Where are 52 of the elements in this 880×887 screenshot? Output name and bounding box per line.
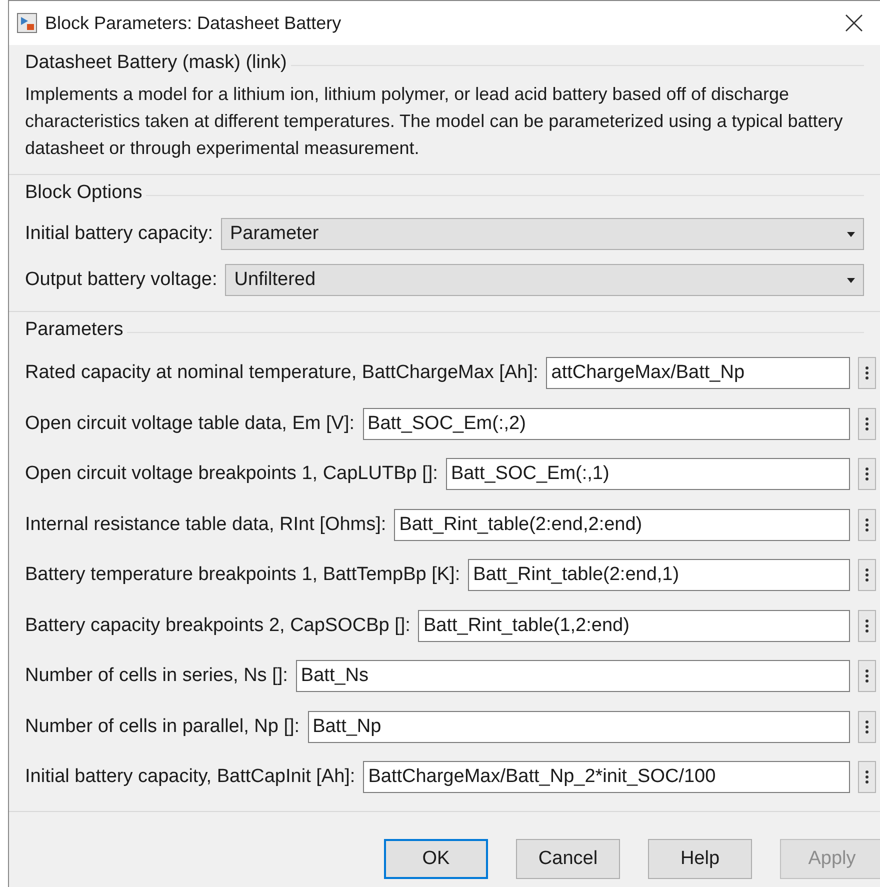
field-label: Number of cells in series, Ns []: [25, 664, 288, 688]
more-icon [865, 720, 869, 734]
options-button[interactable] [858, 357, 876, 390]
more-icon [865, 568, 869, 582]
dropdown[interactable]: Unfiltered [225, 264, 864, 296]
app-icon [17, 13, 37, 33]
field-label: Number of cells in parallel, Np []: [25, 714, 300, 738]
options-button[interactable] [858, 408, 876, 440]
input-field[interactable]: BattChargeMax/Batt_Np_2*init_SOC/100 [363, 761, 850, 794]
options-button[interactable] [858, 458, 876, 490]
block-description: Implements a model for a lithium ion, lithium polymer, or lead acid battery based off of discharge characteristics taken at different temperatures. The model can be parameterized using a typical battery datasheet or through experimental measurement. [24, 83, 844, 160]
field-label: Battery capacity breakpoints 2, CapSOCBp []: [25, 614, 410, 638]
field-label: Output battery voltage: [25, 268, 218, 292]
field-label: Open circuit voltage breakpoints 1, CapLUTBp []: [25, 462, 438, 486]
options-button[interactable] [858, 559, 876, 592]
more-icon [865, 618, 869, 633]
input-field[interactable]: Batt_Rint_table(2:end,2:end) [394, 508, 850, 541]
section-title: Block Options [25, 180, 142, 205]
section-title: Datasheet Battery (mask) (link) [25, 50, 287, 75]
window-title: Block Parameters: Datasheet Battery [45, 12, 342, 35]
dialog-button[interactable]: OK [384, 839, 488, 879]
more-icon [865, 518, 869, 532]
more-icon [865, 669, 869, 684]
more-icon [865, 770, 869, 784]
field-label: Internal resistance table data, RInt [Ohms]: [25, 512, 386, 536]
options-button[interactable] [858, 761, 876, 794]
field-label: Open circuit voltage table data, Em [V]: [25, 412, 355, 436]
field-label: Initial battery capacity, BattCapInit [Ah]: [25, 765, 356, 789]
more-icon [865, 366, 869, 380]
input-field[interactable]: Batt_Rint_table(2:end,1) [468, 559, 850, 592]
dialog-button[interactable]: Help [648, 839, 752, 879]
close-icon [845, 14, 863, 32]
section-title: Parameters [25, 318, 124, 342]
input-field[interactable]: Batt_SOC_Em(:,1) [446, 458, 850, 490]
more-icon [865, 467, 869, 482]
input-field[interactable]: attChargeMax/Batt_Np [546, 357, 850, 390]
caret-icon [847, 278, 855, 282]
options-button[interactable] [858, 710, 876, 743]
input-field[interactable]: Batt_Rint_table(1,2:end) [418, 610, 850, 642]
field-label: Initial battery capacity: [25, 222, 213, 246]
dialog-button[interactable]: Cancel [516, 839, 620, 879]
dropdown[interactable]: Parameter [220, 218, 864, 250]
input-field[interactable]: Batt_Np [308, 710, 850, 743]
options-button[interactable] [858, 610, 876, 642]
field-label: Battery temperature breakpoints 1, BattTempBp [K]: [25, 563, 460, 587]
options-button[interactable] [858, 660, 876, 692]
field-label: Rated capacity at nominal temperature, BattChargeMax [Ah]: [25, 361, 538, 385]
caret-icon [847, 232, 855, 236]
input-field[interactable]: Batt_Ns [296, 660, 850, 692]
more-icon [865, 416, 869, 431]
options-button[interactable] [858, 508, 876, 541]
input-field[interactable]: Batt_SOC_Em(:,2) [362, 408, 850, 440]
